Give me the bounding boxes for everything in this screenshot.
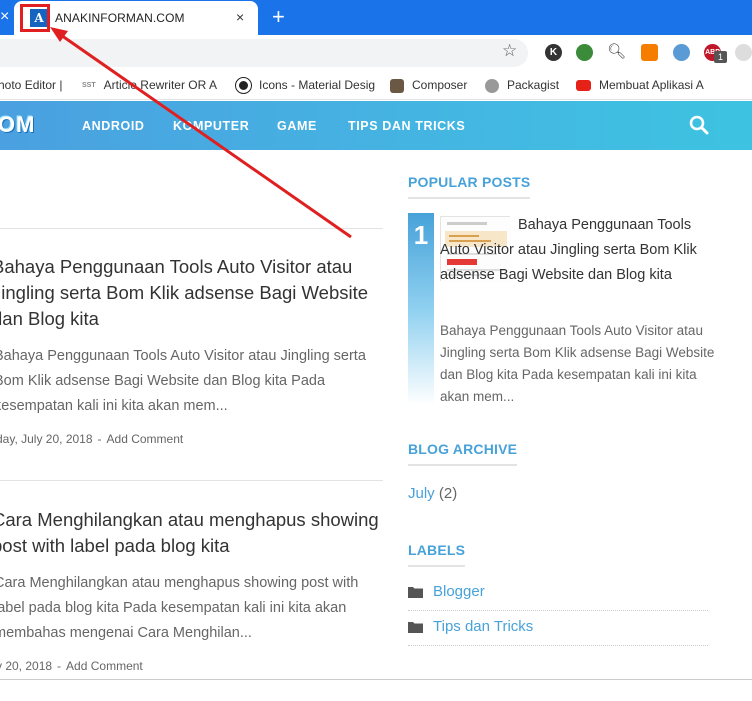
post-comment-link[interactable]: Add Comment: [107, 432, 184, 446]
post-excerpt: Bahaya Penggunaan Tools Auto Visitor ata…: [0, 348, 366, 414]
composer-icon: [390, 78, 404, 93]
page-bottom-border: [0, 679, 752, 680]
tab-title: ANAKINFORMAN.COM: [55, 11, 185, 25]
nav-game[interactable]: GAME: [277, 118, 317, 134]
meta-separator: -: [97, 432, 102, 446]
bookmark-label: hoto Editor |: [0, 78, 63, 92]
label-item-tips-dan-tricks[interactable]: Tips dan Tricks: [408, 611, 708, 646]
extension-k-icon[interactable]: K: [545, 44, 562, 61]
youtube-icon: [576, 80, 591, 92]
label-text: Blogger: [433, 583, 485, 600]
bookmark-star-icon[interactable]: ☆: [502, 42, 517, 60]
bookmark-article-rewriter[interactable]: SST Article Rewriter OR A: [82, 77, 217, 94]
bookmark-label: Icons - Material Desig: [259, 78, 376, 92]
material-circle-icon: [235, 77, 252, 95]
bookmark-label: Packagist: [507, 78, 560, 92]
post-date: day, July 20, 2018: [0, 432, 93, 446]
archive-july-link[interactable]: July (2): [408, 485, 457, 503]
post-meta: y 20, 2018- Add Comment: [0, 658, 143, 674]
labels-title: LABELS: [408, 542, 466, 567]
label-text: Tips dan Tricks: [433, 618, 534, 635]
post-divider: [0, 228, 383, 229]
bookmark-label: Article Rewriter OR A: [103, 78, 217, 92]
packagist-icon: [485, 78, 499, 93]
extension-bird-icon[interactable]: [673, 44, 690, 61]
extension-blogger-icon[interactable]: [641, 44, 658, 61]
new-tab-button[interactable]: +: [272, 5, 285, 29]
bookmark-material-icons[interactable]: Icons - Material Desig: [235, 77, 376, 95]
sst-icon: SST: [82, 81, 96, 89]
bookmark-membuat-aplikasi[interactable]: Membuat Aplikasi A: [576, 77, 704, 93]
archive-count: (2): [438, 485, 458, 502]
extension-badge: 1: [714, 51, 727, 63]
site-logo[interactable]: OM: [0, 112, 35, 138]
active-tab[interactable]: A ANAKINFORMAN.COM ×: [14, 1, 258, 35]
popular-rank-badge: 1: [408, 213, 434, 405]
blog-archive-title: BLOG ARCHIVE: [408, 441, 518, 466]
nav-android[interactable]: ANDROID: [82, 118, 145, 134]
site-header: OM ANDROID KOMPUTER GAME TIPS DAN TRICKS: [0, 101, 752, 150]
popular-posts-title: POPULAR POSTS: [408, 174, 531, 199]
archive-month: July: [408, 485, 435, 502]
bookmark-photo-editor[interactable]: hoto Editor |: [0, 77, 63, 93]
search-icon[interactable]: [689, 115, 709, 135]
post-divider: [0, 480, 383, 481]
annotation-highlight-box: [20, 4, 50, 32]
extension-search-icon[interactable]: 🔍︎: [607, 43, 626, 60]
address-bar[interactable]: [0, 39, 528, 67]
tab-close-icon[interactable]: ×: [236, 8, 244, 26]
post-meta: day, July 20, 2018- Add Comment: [0, 431, 183, 447]
previous-tab-close-icon[interactable]: ×: [0, 8, 10, 26]
screenshot-root: × A ANAKINFORMAN.COM × + ☆ K 🔍︎ ABP 1 ho…: [0, 0, 752, 701]
bookmark-label: Membuat Aplikasi A: [599, 78, 704, 92]
nav-tips-dan-tricks[interactable]: TIPS DAN TRICKS: [348, 118, 465, 134]
post-title[interactable]: Bahaya Penggunaan Tools Auto Visitor ata…: [0, 254, 382, 332]
folder-icon: [408, 622, 423, 633]
browser-toolbar: ☆ K 🔍︎ ABP: [0, 35, 752, 70]
nav-komputer[interactable]: KOMPUTER: [173, 118, 249, 134]
post-date: y 20, 2018: [0, 659, 53, 673]
browser-tab-strip: × A ANAKINFORMAN.COM × +: [0, 0, 752, 35]
popular-post-excerpt: Bahaya Penggunaan Tools Auto Visitor ata…: [440, 323, 715, 404]
bookmark-packagist[interactable]: Packagist: [485, 77, 559, 93]
post-comment-link[interactable]: Add Comment: [66, 659, 143, 673]
label-item-blogger[interactable]: Blogger: [408, 576, 708, 611]
bookmark-composer[interactable]: Composer: [390, 77, 467, 93]
extension-globe-icon[interactable]: [576, 44, 593, 61]
popular-post-title[interactable]: Bahaya Penggunaan Tools Auto Visitor ata…: [440, 213, 715, 288]
extension-misc-icon[interactable]: [735, 44, 752, 61]
meta-separator: -: [57, 659, 62, 673]
bookmark-label: Composer: [412, 78, 468, 92]
post-excerpt: Cara Menghilangkan atau menghapus showin…: [0, 575, 359, 641]
bookmarks-bar: hoto Editor | SST Article Rewriter OR A I…: [0, 70, 752, 100]
folder-icon: [408, 587, 423, 598]
post-title[interactable]: Cara Menghilangkan atau menghapus showin…: [0, 507, 382, 559]
